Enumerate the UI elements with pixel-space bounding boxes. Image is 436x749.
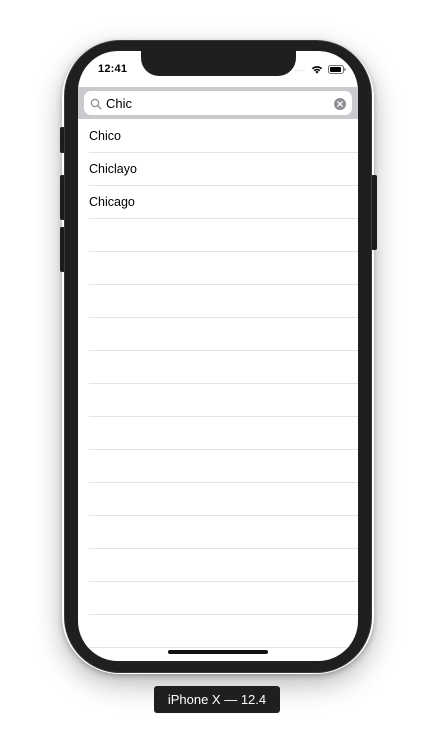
list-item-label: Chicago: [89, 195, 135, 209]
battery-icon: [328, 61, 346, 79]
empty-row: [78, 516, 358, 549]
notch: [141, 51, 296, 76]
empty-row: [78, 615, 358, 648]
list-item-label: Chico: [89, 129, 121, 143]
search-icon: [90, 97, 102, 110]
empty-row: [78, 582, 358, 615]
list-item[interactable]: Chicago: [78, 186, 358, 219]
empty-row: [78, 252, 358, 285]
wifi-icon: [311, 61, 323, 79]
empty-row: [78, 450, 358, 483]
search-bar: [78, 87, 358, 119]
search-input[interactable]: [106, 94, 332, 112]
list-item[interactable]: Chico: [78, 120, 358, 153]
device-screen: 12:41 .... Chic Chico Chiclayo Chicago: [78, 51, 358, 661]
home-indicator[interactable]: [168, 650, 268, 654]
empty-row: [78, 318, 358, 351]
empty-row: [78, 417, 358, 450]
empty-row: [78, 483, 358, 516]
signal-dots: ....: [294, 66, 306, 73]
status-time: 12:41: [98, 63, 128, 75]
list-item-label: Chiclayo: [89, 162, 137, 176]
simulator-device-label: iPhone X — 12.4: [154, 686, 280, 713]
empty-row: [78, 351, 358, 384]
clear-icon[interactable]: [334, 97, 346, 110]
results-list: Chico Chiclayo Chicago: [78, 120, 358, 661]
search-field[interactable]: [84, 91, 352, 115]
empty-row: [78, 549, 358, 582]
empty-row: [78, 384, 358, 417]
empty-row: [78, 285, 358, 318]
list-item[interactable]: Chiclayo: [78, 153, 358, 186]
empty-row: [78, 219, 358, 252]
status-icons: ....: [294, 64, 346, 76]
simulator-stage: 12:41 .... Chic Chico Chiclayo Chicago i…: [0, 0, 436, 749]
